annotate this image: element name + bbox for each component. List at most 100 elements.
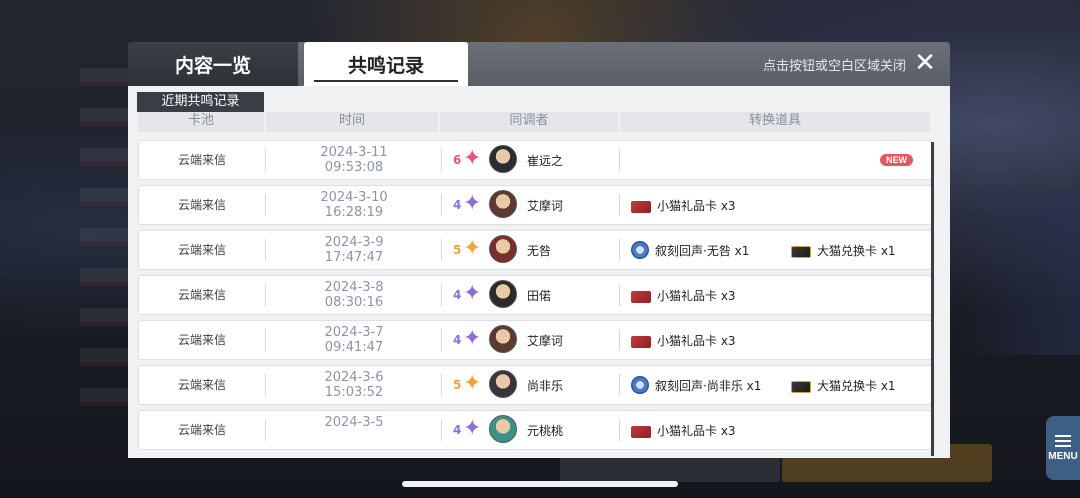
rank-number: 4 bbox=[453, 288, 462, 302]
column-divider bbox=[441, 284, 442, 306]
pool-name: 云端来信 bbox=[177, 243, 226, 257]
record-time: 2024-3-5 bbox=[267, 415, 441, 430]
converted-items-cell: 小猫礼品卡 x3 bbox=[621, 276, 931, 314]
pool-name: 云端来信 bbox=[177, 378, 226, 392]
sparkle-star-icon: ✦ bbox=[463, 281, 482, 306]
reward-item: 小猫礼品卡 x3 bbox=[631, 197, 736, 214]
reward-item-label: 大猫兑换卡 x1 bbox=[817, 244, 896, 258]
column-divider bbox=[265, 149, 266, 171]
tuner-name: 艾摩诃 bbox=[527, 199, 564, 213]
reward-item: 叙刻回声·无咎 x1 bbox=[631, 241, 750, 259]
tuner-avatar[interactable] bbox=[489, 235, 517, 263]
column-divider bbox=[265, 374, 266, 396]
column-header-time: 时间 bbox=[266, 112, 438, 132]
reward-item-label: 大猫兑换卡 x1 bbox=[817, 379, 896, 393]
record-list[interactable]: 云端来信 2024-3-11 09:53:08 6 ✦ 崔远之 NEW 云端来信 2024-3-… bbox=[138, 140, 932, 455]
tuner-cell: 4 ✦ 田偌 bbox=[443, 276, 619, 314]
column-divider bbox=[441, 149, 442, 171]
column-divider bbox=[441, 374, 442, 396]
tuner-cell: 4 ✦ 艾摩诃 bbox=[443, 321, 619, 359]
reward-item: 小猫礼品卡 x3 bbox=[631, 287, 736, 304]
tuner-name: 尚非乐 bbox=[527, 379, 564, 393]
home-indicator[interactable] bbox=[402, 481, 678, 487]
converted-items-cell: 叙刻回声·无咎 x1 大猫兑换卡 x1 bbox=[621, 231, 931, 269]
column-divider bbox=[619, 419, 620, 441]
tuner-cell: 5 ✦ 尚非乐 bbox=[443, 366, 619, 404]
reward-item-label: 小猫礼品卡 x3 bbox=[657, 289, 736, 303]
tuner-name: 田偌 bbox=[527, 289, 552, 303]
tab-content-overview[interactable]: 内容一览 bbox=[128, 42, 298, 86]
pool-name: 云端来信 bbox=[177, 198, 226, 212]
pool-name: 云端来信 bbox=[177, 288, 226, 302]
sparkle-star-icon: ✦ bbox=[463, 371, 482, 396]
record-date: 2024-3-7 bbox=[324, 325, 384, 340]
reward-item-label: 小猫礼品卡 x3 bbox=[657, 199, 736, 213]
record-time: 2024-3-7 09:41:47 bbox=[267, 325, 441, 355]
record-date: 2024-3-6 bbox=[324, 370, 384, 385]
column-divider bbox=[619, 329, 620, 351]
sparkle-star-icon: ✦ bbox=[463, 191, 482, 216]
column-divider bbox=[619, 194, 620, 216]
sparkle-star-icon: ✦ bbox=[463, 236, 482, 261]
converted-items-cell: 叙刻回声·尚非乐 x1 大猫兑换卡 x1 bbox=[621, 366, 931, 404]
tuner-avatar[interactable] bbox=[489, 325, 517, 353]
reward-item: 大猫兑换卡 x1 bbox=[791, 242, 896, 259]
column-header-items: 转换道具 bbox=[620, 112, 930, 132]
column-divider bbox=[441, 239, 442, 261]
column-divider bbox=[441, 194, 442, 216]
reward-item-label: 小猫礼品卡 x3 bbox=[657, 334, 736, 348]
small-cat-card-icon bbox=[631, 200, 651, 213]
tuner-avatar[interactable] bbox=[489, 190, 517, 218]
record-clock: 08:30:16 bbox=[324, 295, 384, 310]
rank-number: 4 bbox=[453, 333, 462, 347]
converted-items-cell: 小猫礼品卡 x3 bbox=[621, 411, 931, 449]
tuner-avatar[interactable] bbox=[489, 280, 517, 308]
rank-number: 5 bbox=[453, 378, 462, 392]
record-date: 2024-3-11 bbox=[320, 145, 388, 160]
pool-name: 云端来信 bbox=[177, 333, 226, 347]
tuner-name: 无咎 bbox=[527, 244, 552, 258]
reward-item-label: 小猫礼品卡 x3 bbox=[657, 424, 736, 438]
reward-item: 大猫兑换卡 x1 bbox=[791, 377, 896, 394]
tuner-cell: 4 ✦ 艾摩诃 bbox=[443, 186, 619, 224]
column-divider bbox=[441, 329, 442, 351]
record-row: 云端来信 2024-3-9 17:47:47 5 ✦ 无咎 叙刻回声·无咎 x1 大猫兑换卡 … bbox=[138, 230, 932, 270]
sparkle-star-icon: ✦ bbox=[463, 146, 482, 171]
converted-items-cell: NEW bbox=[621, 141, 931, 179]
column-divider bbox=[265, 419, 266, 441]
column-divider bbox=[441, 419, 442, 441]
record-content: 近期共鸣记录 卡池 时间 同调者 转换道具 云端来信 2024-3-11 09:53… bbox=[128, 86, 950, 458]
column-header-tuner: 同调者 bbox=[440, 112, 618, 132]
record-row: 云端来信 2024-3-5 4 ✦ 元桃桃 小猫礼品卡 x3 bbox=[138, 410, 932, 450]
record-clock: 09:41:47 bbox=[324, 340, 384, 355]
tuner-name: 艾摩诃 bbox=[527, 334, 564, 348]
tuner-cell: 5 ✦ 无咎 bbox=[443, 231, 619, 269]
column-divider bbox=[619, 374, 620, 396]
reward-item-label: 叙刻回声·无咎 x1 bbox=[655, 244, 750, 258]
column-divider bbox=[265, 194, 266, 216]
tuner-avatar[interactable] bbox=[489, 415, 517, 443]
record-date: 2024-3-9 bbox=[324, 235, 384, 250]
big-cat-card-icon bbox=[791, 380, 811, 393]
menu-label: MENU bbox=[1048, 450, 1078, 462]
column-divider bbox=[619, 149, 620, 171]
tuner-avatar[interactable] bbox=[489, 370, 517, 398]
record-clock: 09:53:08 bbox=[324, 160, 384, 175]
echo-disc-icon bbox=[631, 376, 649, 394]
menu-button[interactable]: MENU bbox=[1046, 416, 1080, 480]
small-cat-card-icon bbox=[631, 425, 651, 438]
tuner-avatar[interactable] bbox=[489, 145, 517, 173]
scrollbar[interactable] bbox=[931, 142, 934, 456]
record-row: 云端来信 2024-3-7 09:41:47 4 ✦ 艾摩诃 小猫礼品卡 x3 bbox=[138, 320, 932, 360]
record-clock: 15:03:52 bbox=[324, 385, 384, 400]
record-date: 2024-3-8 bbox=[324, 280, 384, 295]
tuner-name: 元桃桃 bbox=[527, 424, 564, 438]
converted-items-cell: 小猫礼品卡 x3 bbox=[621, 321, 931, 359]
close-icon[interactable]: ✕ bbox=[912, 50, 938, 76]
pool-name: 云端来信 bbox=[177, 423, 226, 437]
echo-disc-icon bbox=[631, 241, 649, 259]
tab-resonance-record[interactable]: 共鸣记录 bbox=[304, 42, 468, 86]
big-cat-card-icon bbox=[791, 245, 811, 258]
record-row: 云端来信 2024-3-10 16:28:19 4 ✦ 艾摩诃 小猫礼品卡 x3 bbox=[138, 185, 932, 225]
tuner-name: 崔远之 bbox=[527, 154, 564, 168]
